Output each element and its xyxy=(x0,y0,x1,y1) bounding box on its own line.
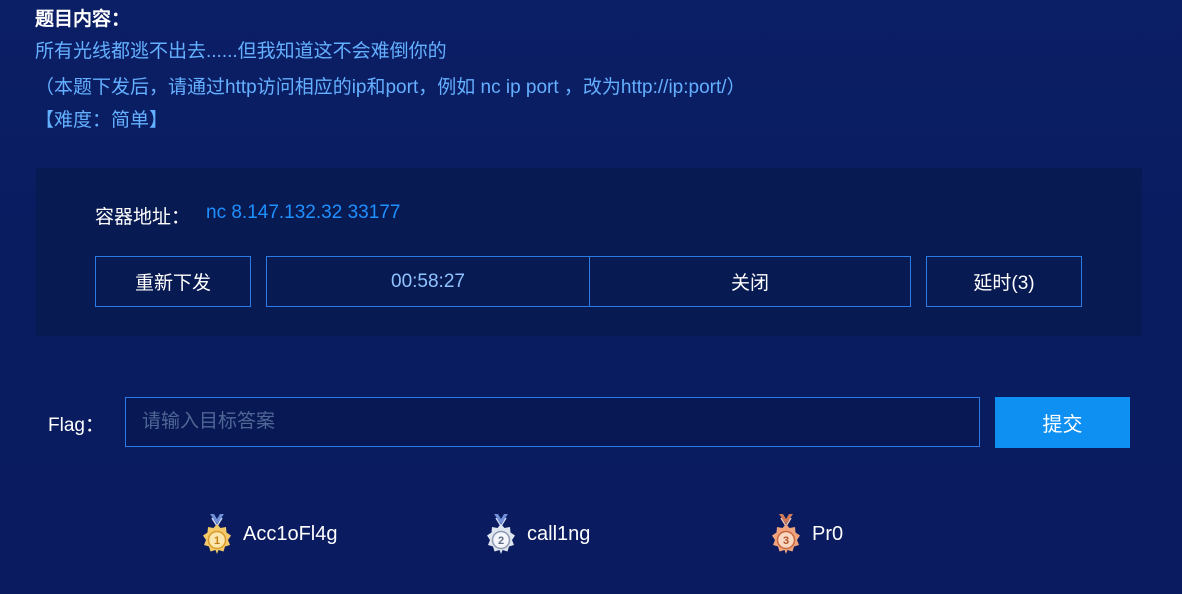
solver-item: 1 Acc1oFl4g xyxy=(199,512,338,556)
gold-medal-icon: 1 xyxy=(203,514,231,554)
problem-description: 所有光线都逃不出去......但我知道这不会难倒你的 xyxy=(35,41,447,62)
flag-input[interactable] xyxy=(125,397,980,447)
container-panel: 容器地址： nc 8.147.132.32 33177 重新下发 00:58:2… xyxy=(36,168,1142,336)
problem-note: （本题下发后，请通过http访问相应的ip和port，例如 nc ip port… xyxy=(35,77,746,98)
bronze-medal-icon: 3 xyxy=(772,514,800,554)
medal-rank-text: 2 xyxy=(498,535,504,547)
container-address-value: nc 8.147.132.32 33177 xyxy=(206,202,401,223)
countdown-timer: 00:58:27 xyxy=(267,257,590,306)
problem-section: 题目内容： 所有光线都逃不出去......但我知道这不会难倒你的 （本题下发后，… xyxy=(35,6,1155,136)
medal-rank-text: 1 xyxy=(214,535,220,547)
container-address-label: 容器地址： xyxy=(95,207,191,228)
solver-name: Pr0 xyxy=(812,522,844,545)
solver-item: 2 call1ng xyxy=(483,512,590,556)
solver-name: call1ng xyxy=(527,522,591,545)
close-button[interactable]: 关闭 xyxy=(590,257,910,306)
problem-difficulty: 【难度：简单】 xyxy=(35,110,169,131)
reissue-button[interactable]: 重新下发 xyxy=(95,256,251,307)
extend-button[interactable]: 延时(3) xyxy=(926,256,1082,307)
flag-label: Flag： xyxy=(48,415,104,436)
silver-medal-icon: 2 xyxy=(487,514,515,554)
problem-title: 题目内容： xyxy=(35,9,131,30)
timer-close-group: 00:58:27 关闭 xyxy=(266,256,911,307)
submit-button[interactable]: 提交 xyxy=(995,397,1130,448)
medal-rank-text: 3 xyxy=(783,535,789,547)
solver-item: 3 Pr0 xyxy=(768,512,843,556)
solver-name: Acc1oFl4g xyxy=(243,522,338,545)
